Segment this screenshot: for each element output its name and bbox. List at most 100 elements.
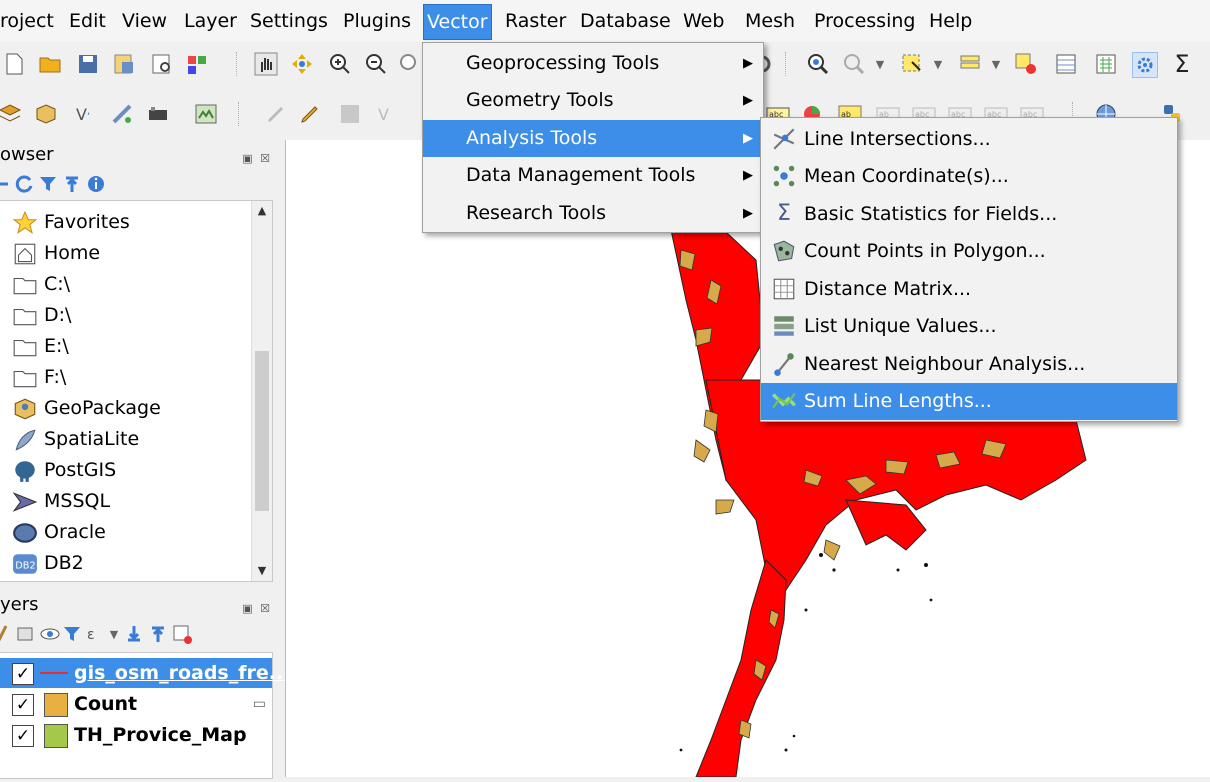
add-geopackage-icon[interactable] (34, 102, 58, 126)
menu-plugins[interactable]: Plugins (340, 4, 414, 38)
action-zoom-icon[interactable] (842, 52, 866, 76)
filter-legend-icon[interactable] (60, 622, 84, 646)
menu-processing[interactable]: Processing (811, 4, 918, 38)
svg-text:ε: ε (87, 627, 95, 643)
scroll-thumb[interactable] (255, 351, 269, 511)
memory-layer-icon[interactable]: ▭ (253, 689, 266, 719)
identify-features-icon[interactable] (806, 52, 830, 76)
layers-tree: ✓ gis_osm_roads_fre... ✓ Count ▭ ✓ TH_Pr… (0, 652, 290, 779)
menu-view[interactable]: View (119, 4, 170, 38)
browser-item-postgis[interactable]: PostGIS (12, 455, 116, 485)
browser-item-spatialite[interactable]: SpatiaLite (12, 424, 139, 454)
action-dropdown-icon[interactable]: ▼ (868, 52, 892, 76)
add-mssql-icon[interactable] (146, 102, 170, 126)
browser-item-favorites[interactable]: Favorites (12, 207, 130, 237)
layer-row-province-map[interactable]: ✓ TH_Provice_Map (0, 720, 272, 750)
layer-visibility-checkbox[interactable]: ✓ (12, 725, 34, 747)
layer-visibility-checkbox[interactable]: ✓ (12, 663, 34, 685)
collapse-layers-icon[interactable] (146, 622, 170, 646)
browser-panel-buttons[interactable]: ▣ ☒ (242, 146, 272, 172)
zoom-out-icon[interactable] (364, 52, 388, 76)
select-by-value-icon[interactable] (958, 52, 982, 76)
field-calculator-icon[interactable] (1094, 52, 1118, 76)
select-dropdown-icon[interactable]: ▼ (926, 52, 950, 76)
menu-layer[interactable]: Layer (181, 4, 240, 38)
filter-browser-icon[interactable] (36, 172, 60, 196)
menu-item-research-tools[interactable]: Research Tools ▶ (423, 195, 763, 232)
menu-help[interactable]: Help (926, 4, 975, 38)
menu-item-data-management-tools[interactable]: Data Management Tools ▶ (423, 157, 763, 194)
menu-web[interactable]: Web (680, 4, 727, 38)
style-manager-icon[interactable] (186, 52, 210, 76)
zoom-full-icon[interactable] (398, 52, 422, 76)
add-delimited-text-icon[interactable]: V, (74, 102, 98, 126)
menu-item-list-unique-values[interactable]: List Unique Values... (761, 308, 1177, 345)
manage-visibility-eye-icon[interactable] (38, 622, 62, 646)
menu-mesh[interactable]: Mesh (742, 4, 798, 38)
zoom-in-icon[interactable] (328, 52, 352, 76)
browser-item-d-drive[interactable]: D:\ (12, 300, 71, 330)
browser-item-geopackage[interactable]: GeoPackage (12, 393, 161, 423)
submenu-arrow-icon: ▶ (743, 131, 753, 146)
folder-icon (12, 365, 38, 391)
properties-info-icon[interactable] (84, 172, 108, 196)
new-project-icon[interactable] (2, 52, 26, 76)
menu-item-geometry-tools[interactable]: Geometry Tools ▶ (423, 82, 763, 119)
add-wms-icon[interactable] (194, 102, 218, 126)
layers-panel-buttons[interactable]: ▣ ☒ (242, 596, 272, 622)
layer-row-roads[interactable]: ✓ gis_osm_roads_fre... (0, 658, 290, 688)
menu-item-distance-matrix[interactable]: Distance Matrix... (761, 271, 1177, 308)
menu-item-line-intersections[interactable]: Line Intersections... (761, 121, 1177, 158)
pan-hand-icon[interactable] (254, 52, 278, 76)
save-icon[interactable] (76, 52, 100, 76)
menu-item-count-points-in-polygon[interactable]: Count Points in Polygon... (761, 233, 1177, 270)
menu-item-mean-coordinates[interactable]: Mean Coordinate(s)... (761, 158, 1177, 195)
menu-database[interactable]: Database (577, 4, 674, 38)
deselect-icon[interactable] (1014, 52, 1038, 76)
print-layout-icon[interactable] (150, 52, 174, 76)
menu-settings[interactable]: Settings (247, 4, 331, 38)
menu-item-basic-statistics[interactable]: Σ Basic Statistics for Fields... (761, 196, 1177, 233)
menu-item-sum-line-lengths[interactable]: Sum Line Lengths... (761, 383, 1177, 420)
browser-item-f-drive[interactable]: F:\ (12, 362, 66, 392)
vector-menu-dropdown: Geoprocessing Tools ▶ Geometry Tools ▶ A… (422, 42, 764, 233)
browser-item-mssql[interactable]: MSSQL (12, 486, 110, 516)
save-as-icon[interactable] (112, 52, 136, 76)
browser-scrollbar[interactable]: ▲ ▼ (251, 201, 272, 581)
layer-visibility-checkbox[interactable]: ✓ (12, 694, 34, 716)
nearest-neighbour-icon (771, 351, 797, 377)
pan-to-selection-icon[interactable] (290, 52, 314, 76)
menu-project[interactable]: roject (0, 4, 57, 38)
menu-edit[interactable]: Edit (66, 4, 109, 38)
browser-item-oracle[interactable]: Oracle (12, 517, 106, 547)
add-group-icon[interactable] (14, 622, 38, 646)
menu-item-analysis-tools[interactable]: Analysis Tools ▶ (423, 120, 763, 157)
toggle-editing-icon[interactable] (264, 102, 288, 126)
pencil-icon[interactable] (298, 102, 322, 126)
open-folder-icon[interactable] (38, 52, 62, 76)
menu-item-nearest-neighbour-analysis[interactable]: Nearest Neighbour Analysis... (761, 346, 1177, 383)
expand-all-icon[interactable] (122, 622, 146, 646)
remove-layer-icon[interactable] (170, 622, 194, 646)
browser-item-home[interactable]: Home (12, 238, 100, 268)
browser-item-c-drive[interactable]: C:\ (12, 269, 70, 299)
select-value-dropdown-icon[interactable]: ▼ (984, 52, 1008, 76)
statistical-summary-icon[interactable]: Σ (1170, 50, 1194, 78)
menu-raster[interactable]: Raster (502, 4, 569, 38)
browser-item-e-drive[interactable]: E:\ (12, 331, 69, 361)
menu-item-geoprocessing-tools[interactable]: Geoprocessing Tools ▶ (423, 45, 763, 82)
scroll-down-arrow-icon[interactable]: ▼ (252, 561, 272, 581)
attribute-table-icon[interactable] (1054, 52, 1078, 76)
refresh-browser-icon[interactable] (12, 172, 36, 196)
layer-row-count[interactable]: ✓ Count ▭ (0, 689, 272, 719)
browser-item-db2[interactable]: DB2 DB2 (12, 548, 84, 578)
add-feature-icon[interactable]: V (376, 102, 400, 126)
save-edits-icon[interactable] (338, 102, 362, 126)
processing-toolbox-icon[interactable] (1132, 52, 1158, 78)
scroll-up-arrow-icon[interactable]: ▲ (252, 201, 272, 221)
select-features-icon[interactable] (900, 52, 924, 76)
menu-vector[interactable]: Vector (423, 4, 492, 40)
add-spatialite-icon[interactable] (110, 102, 134, 126)
collapse-all-icon[interactable] (60, 172, 84, 196)
add-vector-layer-icon[interactable] (0, 102, 22, 126)
